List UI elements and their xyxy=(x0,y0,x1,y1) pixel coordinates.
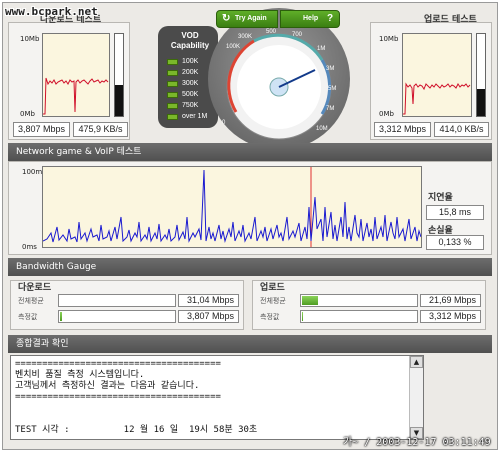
gauge-tick: 300K xyxy=(238,34,253,40)
bandwidth-download-label: 다운로드 xyxy=(18,283,52,293)
refresh-icon: ↻ xyxy=(222,13,231,24)
upload-line xyxy=(403,82,471,115)
upload-graph xyxy=(402,33,472,117)
bandwidth-section-header: Bandwidth Gauge xyxy=(8,258,492,276)
network-line xyxy=(43,169,421,243)
bandwidth-download-avg-label: 전체평균 xyxy=(18,297,44,305)
gauge-tick: 10M xyxy=(316,126,328,132)
gauge-tick: 1M xyxy=(317,46,326,52)
gauge-tick-labels: 0 100K 300K 500 700 1M 3M 5M 7M 10M xyxy=(208,8,350,150)
bandwidth-download-measured-label: 측정값 xyxy=(18,313,38,321)
capture-timestamp: 가~ / 2003-12-17 03:11:49 xyxy=(343,437,491,448)
help-button[interactable]: Help ? xyxy=(280,10,340,28)
help-icon: ? xyxy=(327,13,334,24)
loss-value: 0,133 % xyxy=(426,235,484,250)
bandwidth-download-avg-value: 31,04 Mbps xyxy=(178,294,239,307)
try-again-button[interactable]: ↻ Try Again xyxy=(216,10,278,28)
gauge-tick: 7M xyxy=(326,106,335,112)
bandwidth-upload-label: 업로드 xyxy=(260,283,285,293)
network-graph xyxy=(42,166,422,248)
gauge-tick: 5M xyxy=(328,86,337,92)
scroll-up-icon[interactable]: ▲ xyxy=(410,356,423,368)
bandwidth-download-measured-fill xyxy=(60,312,63,321)
upload-level-bar xyxy=(476,33,486,117)
bandwidth-upload-avg-label: 전체평균 xyxy=(260,297,286,305)
vod-led-icon xyxy=(167,81,178,87)
gauge-tick: 0 xyxy=(222,120,226,126)
bandwidth-download-measured-value: 3,807 Mbps xyxy=(178,310,239,323)
bandwidth-upload-avg-fill xyxy=(302,296,319,305)
upload-ymax: 10Mb xyxy=(379,35,399,43)
download-graph-svg xyxy=(43,77,109,115)
gauge-tick: 700 xyxy=(292,32,303,38)
network-ymin: 0ms xyxy=(22,243,37,251)
latency-label: 지연율 xyxy=(428,193,453,203)
gauge-tick: 500 xyxy=(266,29,277,35)
download-speed-value: 3,807 Mbps xyxy=(13,122,70,137)
download-rate-value: 475,9 KB/s xyxy=(73,122,128,137)
download-graph xyxy=(42,33,110,117)
vod-led-icon xyxy=(167,103,178,109)
vod-led-icon xyxy=(167,59,178,65)
vod-led-icon xyxy=(167,70,178,76)
bandwidth-upload-avg-value: 21,69 Mbps xyxy=(420,294,481,307)
upload-level-fill xyxy=(477,88,485,116)
gauge-tick: 3M xyxy=(326,66,335,72)
bandwidth-upload-avg-meter xyxy=(300,294,418,307)
result-textarea[interactable]: ====================================== 벤… xyxy=(10,355,424,440)
download-ymax: 10Mb xyxy=(20,35,40,43)
bandwidth-download-avg-meter xyxy=(58,294,176,307)
bandwidth-upload-measured-meter xyxy=(300,310,418,323)
bandwidth-upload-measured-label: 측정값 xyxy=(260,313,280,321)
watermark-text: www.bcpark.net xyxy=(5,5,98,18)
result-section-header: 종합결과 확인 xyxy=(8,335,492,353)
latency-value: 15,8 ms xyxy=(426,205,484,220)
upload-title: 업로드 테스트 xyxy=(424,15,477,25)
upload-ymin: 0Mb xyxy=(379,110,394,118)
upload-speed-value: 3,312 Mbps xyxy=(374,122,431,137)
result-scrollbar[interactable]: ▲ ▼ xyxy=(409,356,423,439)
network-section-header: Network game & VoIP 테스트 xyxy=(8,143,492,161)
upload-graph-svg xyxy=(403,82,471,115)
vod-led-icon xyxy=(167,92,178,98)
gauge-tick: 100K xyxy=(226,44,241,50)
download-level-bar xyxy=(114,33,124,117)
bandwidth-upload-measured-value: 3,312 Mbps xyxy=(420,310,481,323)
bandwidth-upload-measured-fill xyxy=(302,312,304,321)
vod-led-icon xyxy=(167,114,178,120)
network-ymax: 100m xyxy=(22,168,43,176)
bandwidth-download-measured-meter xyxy=(58,310,176,323)
network-graph-svg xyxy=(43,167,421,247)
download-ymin: 0Mb xyxy=(20,110,35,118)
download-line xyxy=(43,77,109,115)
upload-rate-value: 414,0 KB/s xyxy=(434,122,489,137)
download-level-fill xyxy=(115,84,123,116)
